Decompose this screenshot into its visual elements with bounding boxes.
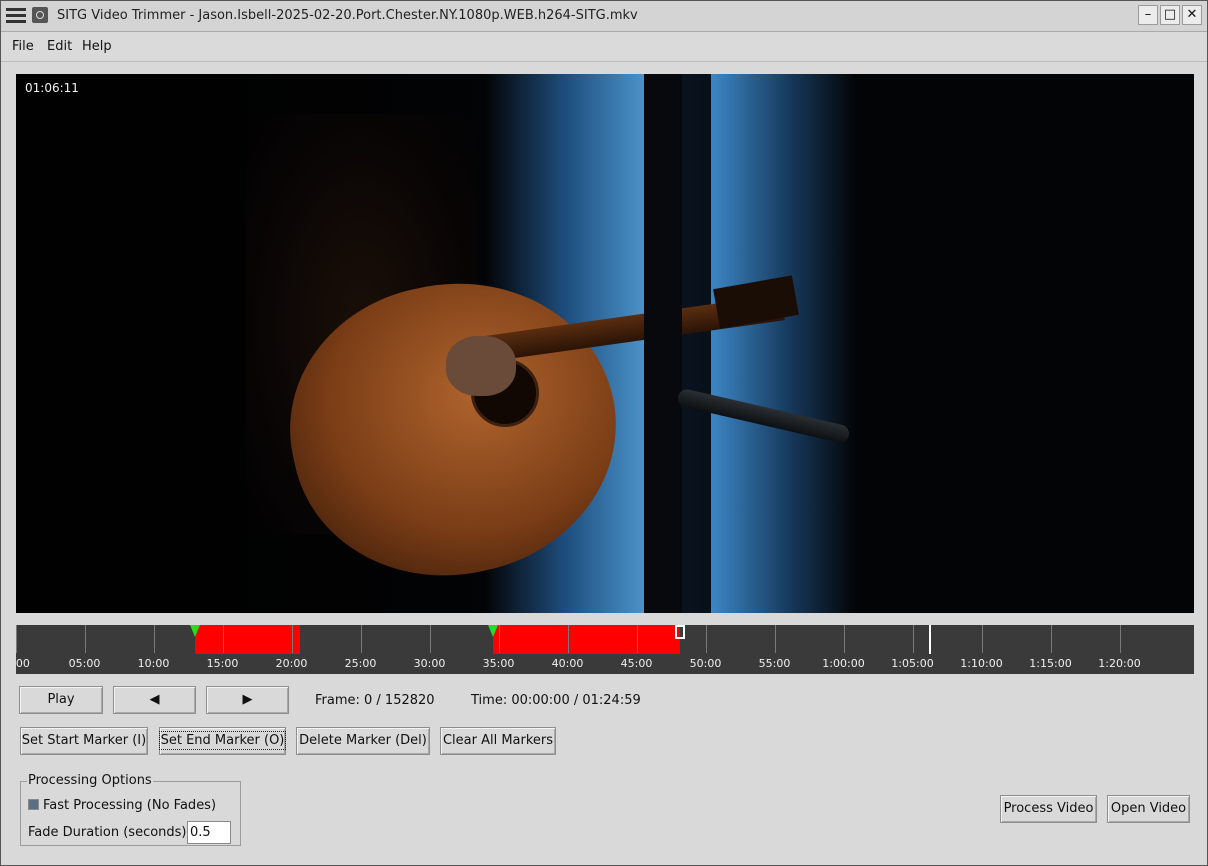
timeline-tick-label: 1:00:00 xyxy=(822,657,865,670)
timeline-tick xyxy=(222,625,224,653)
title-bar: SITG Video Trimmer - Jason.Isbell-2025-0… xyxy=(1,1,1207,32)
timeline-tick-label: 40:00 xyxy=(551,657,584,670)
fast-processing-checkbox[interactable] xyxy=(28,799,39,810)
timeline-tick xyxy=(291,625,293,653)
trim-segment[interactable] xyxy=(492,625,681,654)
playhead[interactable] xyxy=(928,625,931,654)
frame-counter: Frame: 0 / 152820 xyxy=(315,693,435,708)
timeline-tick-label: 55:00 xyxy=(758,657,791,670)
app-icon xyxy=(32,7,48,23)
processing-options-title: Processing Options xyxy=(27,773,153,788)
timeline-tick-label: 50:00 xyxy=(689,657,722,670)
timeline-tick xyxy=(360,625,362,653)
timeline-tick-label: 05:00 xyxy=(68,657,101,670)
timeline-tick xyxy=(981,625,983,653)
timeline-tick xyxy=(429,625,431,653)
prev-frame-button[interactable]: ◀ xyxy=(113,686,196,714)
timeline-tick-label: 1:20:00 xyxy=(1098,657,1141,670)
timeline-tick xyxy=(16,625,17,653)
maximize-button[interactable]: □ xyxy=(1160,5,1180,25)
end-marker-icon[interactable] xyxy=(675,625,686,639)
play-button[interactable]: Play xyxy=(19,686,103,714)
timeline-tick-label: :00 xyxy=(16,657,30,670)
timeline-tick-label: 1:15:00 xyxy=(1029,657,1072,670)
set-end-marker-button[interactable]: Set End Marker (O) xyxy=(158,727,287,755)
timeline-tick xyxy=(705,625,707,653)
timeline-tick xyxy=(1119,625,1121,653)
process-video-button[interactable]: Process Video xyxy=(1000,795,1097,823)
timeline-tick-label: 10:00 xyxy=(137,657,170,670)
timeline-tick xyxy=(498,625,500,653)
fretting-hand xyxy=(446,336,516,396)
timeline[interactable]: :00 05:00 10:00 15:00 20:00 25:00 30:00 35:00 40… xyxy=(16,625,1194,674)
timeline-tick-label: 1:05:00 xyxy=(891,657,934,670)
start-marker-icon[interactable] xyxy=(189,625,200,637)
mic-stand xyxy=(644,74,682,613)
minimize-button[interactable]: – xyxy=(1138,5,1158,25)
timeline-tick xyxy=(636,625,638,653)
trim-segment[interactable] xyxy=(194,625,300,654)
start-marker-icon[interactable] xyxy=(487,625,498,637)
set-end-marker-label: Set End Marker (O) xyxy=(158,731,287,750)
timeline-tick xyxy=(1050,625,1052,653)
timeline-tick xyxy=(84,625,86,653)
timeline-tick-label: 45:00 xyxy=(620,657,653,670)
menu-help[interactable]: Help xyxy=(82,39,112,54)
timeline-tick-label: 35:00 xyxy=(482,657,515,670)
menu-edit[interactable]: Edit xyxy=(47,39,72,54)
window-title: SITG Video Trimmer - Jason.Isbell-2025-0… xyxy=(57,8,638,23)
close-button[interactable]: ✕ xyxy=(1182,5,1202,25)
clear-all-markers-button[interactable]: Clear All Markers xyxy=(440,727,556,755)
timeline-tick xyxy=(774,625,776,653)
video-timecode: 01:06:11 xyxy=(25,81,79,95)
timeline-tick-label: 1:10:00 xyxy=(960,657,1003,670)
open-video-button[interactable]: Open Video xyxy=(1107,795,1190,823)
app-window: SITG Video Trimmer - Jason.Isbell-2025-0… xyxy=(0,0,1208,866)
video-preview[interactable]: 01:06:11 xyxy=(16,74,1194,613)
timeline-tick xyxy=(153,625,155,653)
fade-duration-input[interactable]: 0.5 xyxy=(187,821,231,844)
timeline-tick-label: 15:00 xyxy=(206,657,239,670)
timeline-tick xyxy=(843,625,845,653)
timeline-tick-label: 30:00 xyxy=(413,657,446,670)
menu-bar: File Edit Help xyxy=(1,32,1207,62)
delete-marker-button[interactable]: Delete Marker (Del) xyxy=(296,727,430,755)
menu-file[interactable]: File xyxy=(12,39,34,54)
fast-processing-label[interactable]: Fast Processing (No Fades) xyxy=(43,798,216,813)
set-start-marker-button[interactable]: Set Start Marker (I) xyxy=(20,727,148,755)
next-frame-button[interactable]: ▶ xyxy=(206,686,289,714)
timeline-tick xyxy=(912,625,914,653)
window-menu-icon[interactable] xyxy=(5,5,27,27)
timeline-tick-label: 25:00 xyxy=(344,657,377,670)
fade-duration-label: Fade Duration (seconds): xyxy=(28,825,191,840)
timeline-tick xyxy=(567,625,569,653)
time-counter: Time: 00:00:00 / 01:24:59 xyxy=(471,693,641,708)
timeline-tick-label: 20:00 xyxy=(275,657,308,670)
